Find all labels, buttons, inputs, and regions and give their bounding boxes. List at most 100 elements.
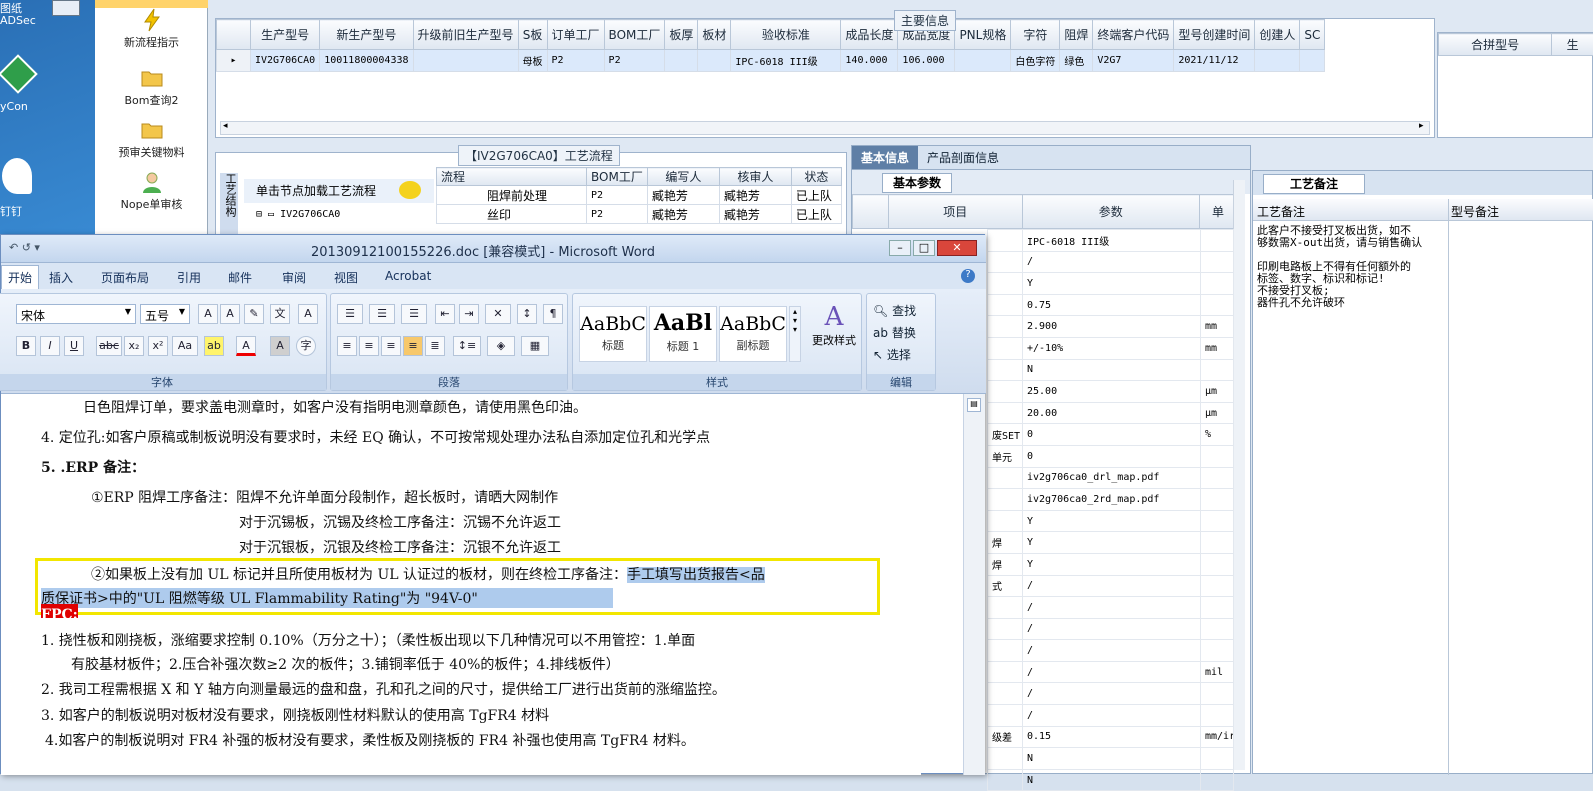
table-cell[interactable]: 0 bbox=[1022, 423, 1201, 446]
table-row[interactable]: 级差 0.15 mm/ir bbox=[987, 725, 1234, 749]
table-row[interactable]: iv2g706ca0_2rd_map.pdf bbox=[987, 488, 1234, 511]
table-row[interactable]: IPC-6018 III级 bbox=[987, 229, 1234, 252]
grow-font-button[interactable]: A bbox=[198, 304, 218, 324]
table-cell[interactable] bbox=[1200, 682, 1234, 706]
table-row[interactable]: 式 / bbox=[987, 574, 1234, 598]
column-header[interactable]: SC bbox=[1299, 19, 1326, 50]
column-header[interactable]: 阻焊 bbox=[1059, 19, 1094, 50]
table-cell[interactable] bbox=[1299, 49, 1326, 72]
table-cell[interactable]: 10011800004338 bbox=[319, 49, 414, 72]
column-header[interactable]: 创建人 bbox=[1254, 19, 1301, 50]
table-cell[interactable]: 阻焊前处理 bbox=[436, 185, 587, 205]
table-row[interactable]: 焊Y bbox=[987, 531, 1234, 554]
table-row[interactable]: / bbox=[987, 617, 1234, 641]
word-titlebar[interactable]: ↶ ↺ ▾ 20130912100155226.doc [兼容模式] - Mic… bbox=[1, 235, 986, 263]
table-cell[interactable]: 0 bbox=[1022, 444, 1201, 468]
table-cell[interactable]: Y bbox=[1022, 509, 1201, 533]
table-cell[interactable] bbox=[987, 293, 1023, 317]
table-cell[interactable] bbox=[664, 49, 699, 72]
column-header[interactable]: 生产型号 bbox=[249, 19, 321, 50]
table-cell[interactable]: 绿色 bbox=[1059, 49, 1094, 72]
tab-mailings[interactable]: 邮件 bbox=[228, 269, 252, 286]
maximize-button[interactable]: □ bbox=[913, 240, 935, 256]
table-cell[interactable]: 臧艳芳 bbox=[718, 185, 792, 205]
table-cell[interactable]: P2 bbox=[586, 185, 648, 205]
select-button[interactable]: ↖ 选择 bbox=[873, 346, 911, 363]
column-header[interactable]: 项目 bbox=[887, 194, 1023, 229]
multilevel-list-button[interactable]: ☰ bbox=[401, 304, 427, 324]
bullets-button[interactable]: ☰ bbox=[337, 304, 363, 324]
desktop-icon[interactable]: yCon bbox=[0, 100, 40, 113]
shrink-font-button[interactable]: A bbox=[220, 304, 240, 324]
minimize-button[interactable]: – bbox=[889, 240, 911, 256]
highlight-button[interactable]: ab bbox=[204, 336, 224, 356]
table-cell[interactable]: mil bbox=[1200, 660, 1234, 684]
nav-item-bom-query[interactable]: Bom查询2 bbox=[95, 66, 208, 108]
table-cell[interactable]: 已上队 bbox=[790, 204, 842, 224]
table-cell[interactable] bbox=[1200, 552, 1234, 576]
table-cell[interactable]: 140.000 bbox=[840, 49, 899, 72]
tab-process-notes[interactable]: 工艺备注 bbox=[1263, 174, 1366, 194]
table-cell[interactable]: 焊 bbox=[987, 552, 1023, 576]
table-cell[interactable]: 20.00 bbox=[1022, 401, 1201, 425]
table-cell[interactable]: IPC-6018 III级 bbox=[730, 49, 842, 72]
table-row[interactable]: ▸ IV2G706CA0 10011800004338 母板 P2 P2 IPC… bbox=[216, 49, 1326, 72]
table-cell[interactable] bbox=[987, 336, 1023, 360]
table-row[interactable]: 2.900 mm bbox=[987, 315, 1234, 338]
column-header[interactable]: 状态 bbox=[790, 167, 842, 186]
table-cell[interactable] bbox=[1200, 574, 1234, 598]
borders-button[interactable]: ▦ bbox=[521, 336, 549, 356]
table-row[interactable]: / bbox=[987, 639, 1234, 662]
selected-text[interactable]: 质保证书>中的"UL 阻燃等级 UL Flammability Rating"为… bbox=[41, 588, 613, 608]
table-cell[interactable]: μm bbox=[1200, 401, 1234, 425]
table-row[interactable]: 丝印 P2 臧艳芳 臧艳芳 已上队 bbox=[436, 204, 842, 224]
help-icon[interactable]: ? bbox=[961, 269, 975, 283]
table-cell[interactable] bbox=[987, 358, 1023, 382]
table-cell[interactable]: 25.00 bbox=[1022, 380, 1201, 403]
desktop-icon[interactable]: ADSec bbox=[0, 14, 40, 27]
column-header[interactable]: 字符 bbox=[1010, 19, 1061, 50]
table-cell[interactable]: iv2g706ca0_drl_map.pdf bbox=[1022, 466, 1201, 490]
table-cell[interactable]: N bbox=[1022, 768, 1201, 791]
table-row[interactable]: 阻焊前处理 P2 臧艳芳 臧艳芳 已上队 bbox=[436, 185, 842, 205]
bold-button[interactable]: B bbox=[16, 336, 36, 356]
tab-view[interactable]: 视图 bbox=[334, 269, 358, 286]
table-row[interactable]: Y bbox=[987, 509, 1234, 533]
style-title[interactable]: AaBbC 标题 bbox=[579, 306, 647, 362]
column-header[interactable]: 单 bbox=[1199, 194, 1237, 229]
table-row[interactable]: 20.00 μm bbox=[987, 401, 1234, 425]
align-left-button[interactable]: ≡ bbox=[337, 336, 357, 356]
table-cell[interactable] bbox=[1200, 596, 1234, 619]
table-cell[interactable]: / bbox=[1022, 250, 1201, 274]
table-cell[interactable]: 0.15 bbox=[1022, 725, 1201, 749]
line-spacing-button[interactable]: ↕≡ bbox=[453, 336, 481, 356]
table-cell[interactable]: N bbox=[1022, 358, 1201, 382]
params-vertical-scrollbar[interactable] bbox=[1233, 180, 1245, 770]
column-header[interactable]: 工艺备注 bbox=[1257, 203, 1305, 220]
table-cell[interactable]: 母板 bbox=[517, 49, 548, 72]
table-cell[interactable] bbox=[987, 250, 1023, 274]
font-color-button[interactable]: A bbox=[236, 336, 256, 356]
document-body[interactable]: 日色阻焊订单，要求盖电测章时，如客户没有指明电测章颜色，请使用黑色印油。 4. … bbox=[1, 394, 921, 775]
shading-button[interactable]: ◈ bbox=[487, 336, 515, 356]
table-cell[interactable] bbox=[1200, 444, 1234, 468]
table-cell[interactable] bbox=[1200, 250, 1234, 274]
char-border-button[interactable]: A bbox=[298, 304, 318, 324]
table-cell[interactable]: / bbox=[1022, 639, 1201, 662]
table-row[interactable]: iv2g706ca0_drl_map.pdf bbox=[987, 466, 1234, 490]
table-cell[interactable] bbox=[987, 488, 1023, 511]
table-row[interactable]: N bbox=[987, 768, 1234, 791]
strikethrough-button[interactable]: abc bbox=[96, 336, 122, 356]
table-cell[interactable]: 丝印 bbox=[436, 204, 587, 224]
process-structure-side-tab[interactable]: 工艺结构 bbox=[220, 173, 238, 243]
styles-gallery-scroll[interactable]: ▴ ▾ ▾ bbox=[789, 306, 801, 362]
chinese-layout-button[interactable]: ✕ bbox=[485, 304, 511, 324]
tree-root-node[interactable]: ⊟ ▭ IV2G706CA0 bbox=[256, 209, 340, 220]
column-header[interactable]: 合拼型号 bbox=[1437, 33, 1553, 56]
style-subtitle[interactable]: AaBbC 副标题 bbox=[719, 306, 787, 362]
table-row[interactable]: N bbox=[987, 747, 1234, 770]
horizontal-scrollbar[interactable]: ◂ ▸ bbox=[220, 121, 1430, 135]
table-row[interactable]: 25.00 μm bbox=[987, 380, 1234, 403]
table-cell[interactable]: 废SET bbox=[987, 423, 1023, 446]
table-cell[interactable]: 单元 bbox=[987, 444, 1023, 468]
